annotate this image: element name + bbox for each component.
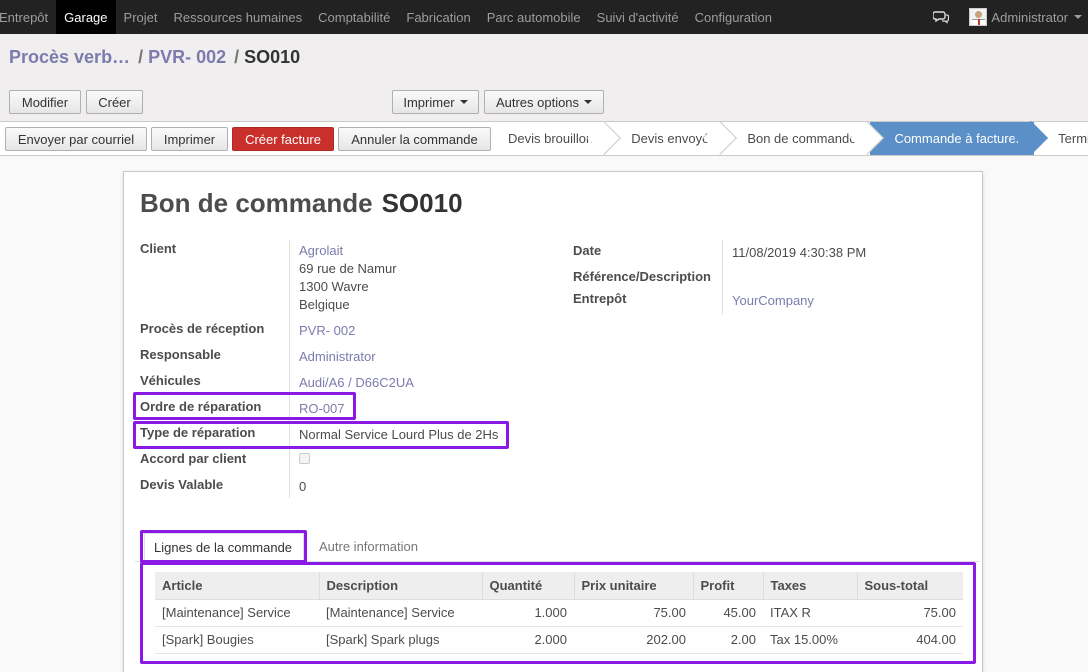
menu-parc-automobile[interactable]: Parc automobile [479,0,589,34]
menu-projet[interactable]: Projet [116,0,166,34]
table-header-row: Article Description Quantité Prix unitai… [155,572,963,600]
column-header-article[interactable]: Article [155,572,320,600]
send-email-button[interactable]: Envoyer par courriel [5,127,147,151]
breadcrumb-separator: / [234,47,240,67]
cell-sous-total: 75.00 [857,599,963,627]
devis-valable-label: Devis Valable [140,477,224,492]
column-header-profit[interactable]: Profit [693,572,764,600]
cell-quantite: 2.000 [482,626,574,654]
status-row: Envoyer par courriel Imprimer Créer fact… [0,122,1088,156]
chat-icon[interactable] [932,10,950,24]
vehicule-label: Véhicules [140,373,201,388]
avatar[interactable] [969,8,988,26]
entrepot-label: Entrepôt [573,291,627,306]
cell-prix-unitaire: 202.00 [574,626,693,654]
client-link[interactable]: Agrolait [299,243,343,258]
status-steps: Devis brouillon Devis envoyé Bon de comm… [492,122,1088,156]
table-row[interactable]: [Maintenance] Service [Maintenance] Serv… [155,599,963,627]
column-header-quantite[interactable]: Quantité [482,572,575,600]
client-label: Client [140,241,177,256]
control-panel: Procès verb… / PVR- 002 / SO010 Modifier… [0,34,1088,122]
edit-button[interactable]: Modifier [9,90,81,114]
responsable-label: Responsable [140,347,221,362]
client-address-line2: 1300 Wavre [299,279,369,294]
table-row[interactable]: [Spark] Bougies [Spark] Spark plugs 2.00… [155,626,963,654]
create-button[interactable]: Créer [86,90,143,114]
user-area: Administrator [932,0,1088,34]
step-devis-brouillon[interactable]: Devis brouillon [492,122,608,155]
entrepot-link[interactable]: YourCompany [732,293,814,308]
cell-description: [Spark] Spark plugs [319,626,482,654]
reception-label: Procès de réception [140,321,265,336]
menu-entrepot[interactable]: Entrepôt [0,0,56,34]
menu-suivi-activite[interactable]: Suivi d'activité [589,0,687,34]
document-number: SO010 [381,188,463,218]
cell-prix-unitaire: 75.00 [574,599,693,627]
devis-valable-value: 0 [299,479,307,494]
user-name[interactable]: Administrator [991,10,1068,25]
reception-link[interactable]: PVR- 002 [299,323,355,338]
menu-garage[interactable]: Garage [56,0,116,34]
order-lines-table: Article Description Quantité Prix unitai… [155,572,963,654]
more-options-dropdown-button[interactable]: Autres options [484,90,604,114]
menu-configuration[interactable]: Configuration [687,0,780,34]
ordre-reparation-label: Ordre de réparation [140,399,262,414]
cell-sous-total: 404.00 [857,626,963,654]
cell-taxes: ITAX R [763,599,857,627]
column-header-description[interactable]: Description [319,572,483,600]
type-reparation-value: Normal Service Lourd Plus de 2Hs [299,427,499,442]
cell-profit: 45.00 [693,599,763,627]
cell-description: [Maintenance] Service [319,599,482,627]
client-address-line3: Belgique [299,297,350,312]
cell-quantite: 1.000 [482,599,574,627]
reference-label: Référence/Description [573,269,711,284]
cancel-order-button[interactable]: Annuler la commande [338,127,491,151]
breadcrumb-current: SO010 [244,47,301,67]
step-bon-de-commande[interactable]: Bon de commande [723,122,871,155]
caret-down-icon [584,100,593,104]
column-header-sous-total[interactable]: Sous-total [857,572,963,600]
menu-fabrication[interactable]: Fabrication [398,0,478,34]
step-commande-a-facturer: Commande à facturer [870,122,1035,155]
breadcrumb-separator: / [138,47,144,67]
type-reparation-label: Type de réparation [140,425,256,440]
accord-client-checkbox[interactable] [299,453,310,464]
tab-lignes-commande[interactable]: Lignes de la commande [144,533,304,562]
client-address-line1: 69 rue de Namur [299,261,397,276]
field-separator [289,240,290,498]
chevron-down-icon[interactable] [1074,15,1082,19]
cell-taxes: Tax 15.00% [763,626,857,654]
create-invoice-button[interactable]: Créer facture [232,127,334,151]
cell-article: [Maintenance] Service [155,599,319,627]
caret-down-icon [459,100,468,104]
tab-autre-information[interactable]: Autre information [319,539,418,554]
page-title: Bon de commande SO010 [140,188,463,219]
vehicule-link[interactable]: Audi/A6 / D66C2UA [299,375,414,390]
print-dropdown-button[interactable]: Imprimer [392,90,479,114]
column-header-taxes[interactable]: Taxes [763,572,858,600]
ordre-reparation-link[interactable]: RO-007 [299,401,345,416]
responsable-link[interactable]: Administrator [299,349,376,364]
menu-comptabilite[interactable]: Comptabilité [310,0,398,34]
step-devis-envoye[interactable]: Devis envoyé [607,122,724,155]
field-separator [722,240,723,315]
document-type: Bon de commande [140,188,373,218]
cell-article: [Spark] Bougies [155,626,319,654]
breadcrumb: Procès verb… / PVR- 002 / SO010 [9,47,300,68]
cell-profit: 2.00 [693,626,763,654]
accord-client-label: Accord par client [140,451,247,466]
breadcrumb-item-pvr[interactable]: PVR- 002 [148,47,226,68]
menu-ressources-humaines[interactable]: Ressources humaines [166,0,311,34]
print-button[interactable]: Imprimer [151,127,228,151]
breadcrumb-item-proces-verbal[interactable]: Procès verb… [9,47,130,68]
date-value: 11/08/2019 4:30:38 PM [732,245,867,260]
date-label: Date [573,243,602,258]
top-navbar: Entrepôt Garage Projet Ressources humain… [0,0,1088,34]
main-menu: Entrepôt Garage Projet Ressources humain… [0,0,780,34]
column-header-prix-unitaire[interactable]: Prix unitaire [574,572,694,600]
